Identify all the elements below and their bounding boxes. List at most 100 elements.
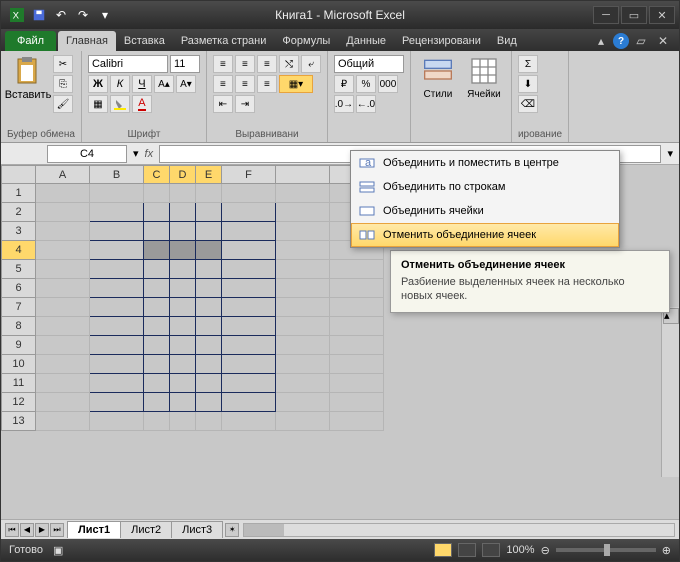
- cell-E4[interactable]: [196, 241, 222, 260]
- cell-D10[interactable]: [170, 355, 196, 374]
- cell-C3[interactable]: [144, 222, 170, 241]
- cell-x10[interactable]: [276, 355, 330, 374]
- cell-F2[interactable]: [222, 203, 276, 222]
- tab-view[interactable]: Вид: [489, 31, 525, 51]
- zoom-in-icon[interactable]: ⊕: [662, 544, 671, 557]
- save-icon[interactable]: [29, 5, 49, 25]
- cell-E9[interactable]: [196, 336, 222, 355]
- cell-B7[interactable]: [90, 298, 144, 317]
- comma-icon[interactable]: 000: [378, 75, 398, 93]
- zoom-level[interactable]: 100%: [506, 544, 534, 556]
- cell-x2[interactable]: [276, 203, 330, 222]
- cell-D8[interactable]: [170, 317, 196, 336]
- col-header-B[interactable]: B: [90, 166, 144, 184]
- cut-icon[interactable]: ✂: [53, 55, 73, 73]
- tab-data[interactable]: Данные: [338, 31, 394, 51]
- cell-D5[interactable]: [170, 260, 196, 279]
- cell-x1[interactable]: [276, 184, 330, 203]
- font-size-combo[interactable]: 11: [170, 55, 200, 73]
- cell-A1[interactable]: [36, 184, 90, 203]
- cell-x11[interactable]: [276, 374, 330, 393]
- close-button[interactable]: ✕: [649, 6, 675, 24]
- align-middle-icon[interactable]: ≡: [235, 55, 255, 73]
- font-family-combo[interactable]: Calibri: [88, 55, 168, 73]
- copy-icon[interactable]: ⎘: [53, 75, 73, 93]
- unmerge-cells-item[interactable]: Отменить объединение ячеек: [351, 223, 619, 247]
- merge-cells-dropdown[interactable]: ▦▾: [279, 75, 313, 93]
- cell-D7[interactable]: [170, 298, 196, 317]
- cell-A4[interactable]: [36, 241, 90, 260]
- col-header-F[interactable]: F: [222, 166, 276, 184]
- cell-E3[interactable]: [196, 222, 222, 241]
- cell-C7[interactable]: [144, 298, 170, 317]
- cell-F13[interactable]: [222, 412, 276, 431]
- cell-B10[interactable]: [90, 355, 144, 374]
- fill-icon[interactable]: ⬇: [518, 75, 538, 93]
- clear-icon[interactable]: ⌫: [518, 95, 538, 113]
- cell-C10[interactable]: [144, 355, 170, 374]
- cell-E7[interactable]: [196, 298, 222, 317]
- col-header-D[interactable]: D: [170, 166, 196, 184]
- cell-A7[interactable]: [36, 298, 90, 317]
- cell-B1[interactable]: [90, 184, 144, 203]
- row-header-13[interactable]: 13: [2, 412, 36, 431]
- tab-insert[interactable]: Вставка: [116, 31, 173, 51]
- cell-F12[interactable]: [222, 393, 276, 412]
- minimize-button[interactable]: ─: [593, 6, 619, 24]
- macro-record-icon[interactable]: ▣: [53, 544, 63, 557]
- cell-B4[interactable]: [90, 241, 144, 260]
- cell-D4[interactable]: [170, 241, 196, 260]
- cell-F10[interactable]: [222, 355, 276, 374]
- page-layout-view-icon[interactable]: [458, 543, 476, 557]
- underline-button[interactable]: Ч: [132, 75, 152, 93]
- cell-F7[interactable]: [222, 298, 276, 317]
- cell-x8[interactable]: [330, 317, 384, 336]
- cell-x5[interactable]: [330, 260, 384, 279]
- qat-dropdown-icon[interactable]: ▾: [95, 5, 115, 25]
- currency-icon[interactable]: ₽: [334, 75, 354, 93]
- cell-x6[interactable]: [276, 279, 330, 298]
- name-box[interactable]: C4: [47, 145, 127, 163]
- cell-D13[interactable]: [170, 412, 196, 431]
- sheet-tab-2[interactable]: Лист2: [120, 521, 172, 538]
- next-sheet-icon[interactable]: ▶: [35, 523, 49, 537]
- cell-F5[interactable]: [222, 260, 276, 279]
- row-header-6[interactable]: 6: [2, 279, 36, 298]
- first-sheet-icon[interactable]: ⏮: [5, 523, 19, 537]
- number-format-combo[interactable]: Общий: [334, 55, 404, 73]
- wrap-text-icon[interactable]: ⤶: [301, 55, 321, 73]
- tab-review[interactable]: Рецензировани: [394, 31, 489, 51]
- ribbon-close-icon[interactable]: ✕: [653, 31, 673, 51]
- row-header-8[interactable]: 8: [2, 317, 36, 336]
- cell-B6[interactable]: [90, 279, 144, 298]
- cell-C8[interactable]: [144, 317, 170, 336]
- select-all-corner[interactable]: [2, 166, 36, 184]
- prev-sheet-icon[interactable]: ◀: [20, 523, 34, 537]
- cell-A5[interactable]: [36, 260, 90, 279]
- cell-x7[interactable]: [276, 298, 330, 317]
- autosum-icon[interactable]: Σ: [518, 55, 538, 73]
- orientation-icon[interactable]: ⤭: [279, 55, 299, 73]
- merge-across-item[interactable]: Объединить по строкам: [351, 175, 619, 199]
- col-header-A[interactable]: A: [36, 166, 90, 184]
- maximize-button[interactable]: ▭: [621, 6, 647, 24]
- cell-x5[interactable]: [276, 260, 330, 279]
- cell-x7[interactable]: [330, 298, 384, 317]
- cell-B9[interactable]: [90, 336, 144, 355]
- cell-D12[interactable]: [170, 393, 196, 412]
- decrease-decimal-icon[interactable]: ←.0: [356, 95, 376, 113]
- last-sheet-icon[interactable]: ⏭: [50, 523, 64, 537]
- cell-D3[interactable]: [170, 222, 196, 241]
- cell-C5[interactable]: [144, 260, 170, 279]
- paste-button[interactable]: Вставить: [7, 55, 49, 113]
- merge-cells-item[interactable]: Объединить ячейки: [351, 199, 619, 223]
- cell-x10[interactable]: [330, 355, 384, 374]
- cell-F8[interactable]: [222, 317, 276, 336]
- cell-x12[interactable]: [330, 393, 384, 412]
- cell-B8[interactable]: [90, 317, 144, 336]
- cell-E10[interactable]: [196, 355, 222, 374]
- cell-B12[interactable]: [90, 393, 144, 412]
- increase-indent-icon[interactable]: ⇥: [235, 95, 255, 113]
- increase-decimal-icon[interactable]: .0→: [334, 95, 354, 113]
- cell-A6[interactable]: [36, 279, 90, 298]
